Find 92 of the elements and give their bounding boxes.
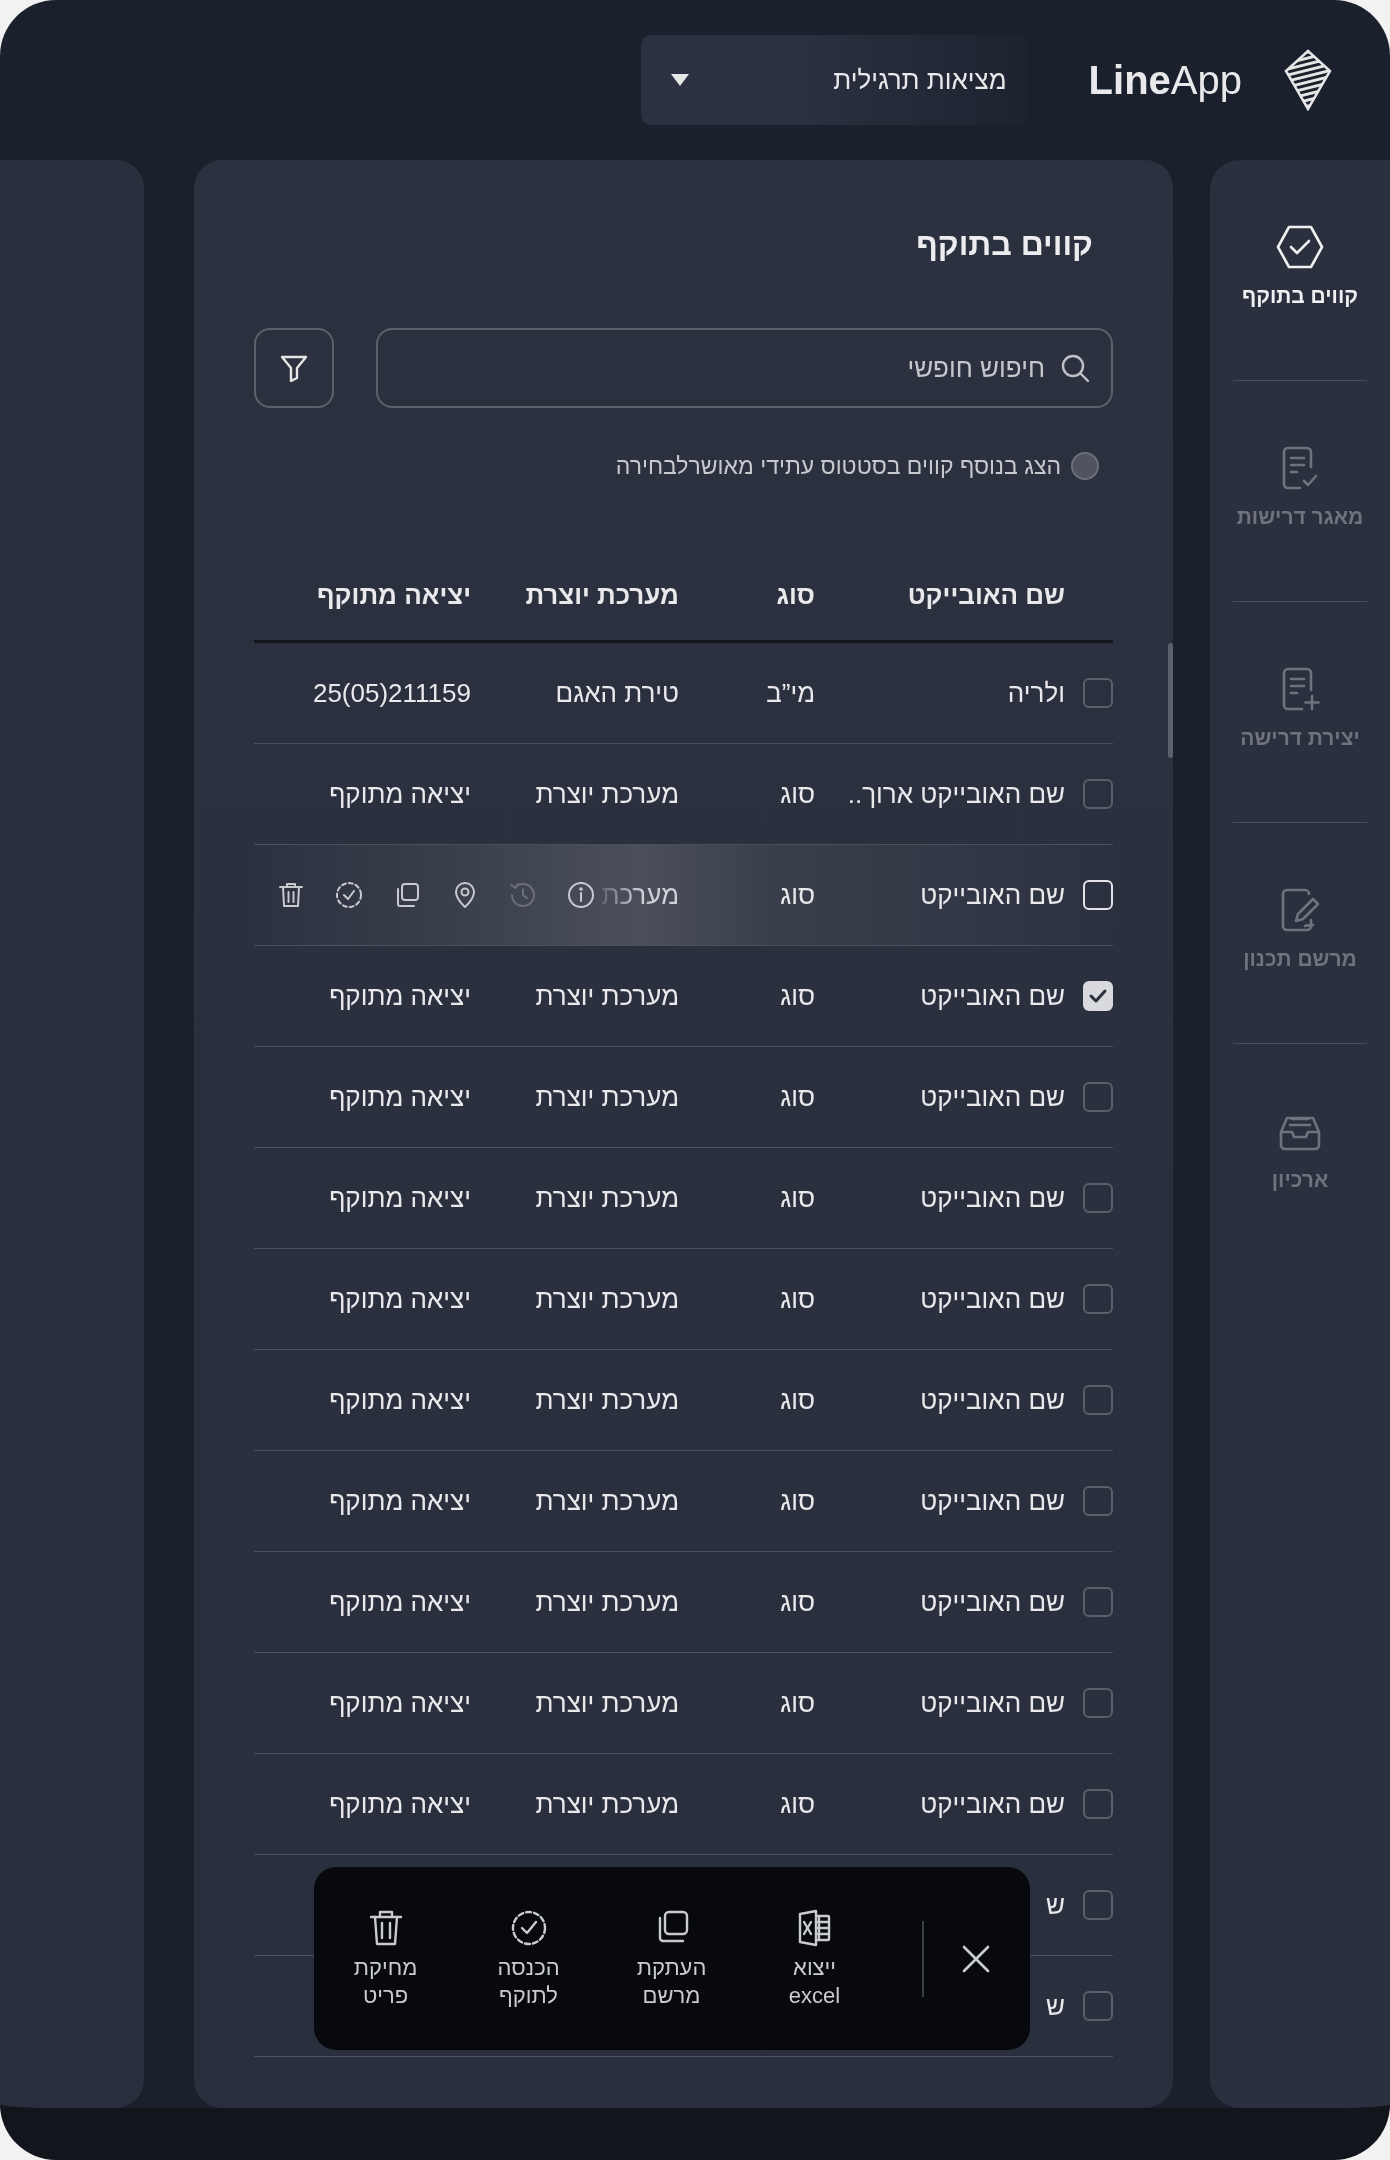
- type-cell-text: סוג: [779, 1384, 815, 1416]
- type-cell-text: סוג: [779, 879, 815, 911]
- project-dropdown[interactable]: מציאות תרגילית: [640, 35, 1027, 125]
- expiry-cell-text: יציאה מתוקף: [328, 1081, 471, 1113]
- table-row[interactable]: שם האובייקט סוג מערכת יוצרת יציאה מתוקף: [254, 1653, 1113, 1754]
- object-name: שם האובייקט: [919, 1485, 1065, 1517]
- type-cell-text: סוג: [779, 1788, 815, 1820]
- row-checkbox[interactable]: [1083, 1991, 1113, 2021]
- system-cell-text: מערכת יוצרת: [534, 1384, 679, 1416]
- system-cell-text: טירת האגם: [554, 677, 679, 709]
- radio-button[interactable]: [1071, 452, 1099, 480]
- logo-icon: [1284, 49, 1332, 111]
- expiry-cell-text: יציאה מתוקף: [328, 1485, 471, 1517]
- filter-button[interactable]: [254, 328, 334, 408]
- scrollbar-thumb[interactable]: [1168, 643, 1173, 758]
- toolbar-action[interactable]: העתקת מרשם: [600, 1907, 744, 2010]
- system-cell-text: מערכת יוצרת: [534, 1485, 679, 1517]
- system-cell: מערכת: [601, 879, 679, 911]
- type-cell-text: סוג: [779, 1182, 815, 1214]
- radio-label: הצג בנוסף קווים בסטטוס עתידי מאושרלבחירה: [615, 452, 1061, 480]
- expiry-cell-text: יציאה מתוקף: [328, 1687, 471, 1719]
- row-checkbox[interactable]: [1083, 1688, 1113, 1718]
- system-cell-text: מערכת יוצרת: [534, 778, 679, 810]
- object-name: שם האובייקט: [919, 1081, 1065, 1113]
- toolbar-action[interactable]: הכנסה לתוקף: [457, 1907, 601, 2010]
- object-name: שם האובייקט: [919, 1788, 1065, 1820]
- system-cell-text: מערכת יוצרת: [534, 1586, 679, 1618]
- column-header: יציאה מתוקף: [316, 579, 471, 611]
- expiry-cell-text: יציאה מתוקף: [328, 778, 471, 810]
- row-checkbox[interactable]: [1083, 1789, 1113, 1819]
- search-field[interactable]: חיפוש חופשי: [376, 328, 1113, 408]
- table-row[interactable]: שם האובייקט סוג מערכת יוצרת יציאה מתוקף: [254, 1552, 1113, 1653]
- column-header: שם האובייקט: [906, 579, 1065, 611]
- search-icon: [1059, 352, 1091, 384]
- expiry-cell-text: יציאה מתוקף: [328, 1586, 471, 1618]
- table-row[interactable]: שם האובייקט סוג מערכת יוצרת יציאה מתוקף: [254, 946, 1113, 1047]
- dashed-check-icon[interactable]: [333, 880, 364, 910]
- caret-icon: [670, 74, 689, 86]
- table-row[interactable]: שם האובייקט סוג מערכת יוצרת יציאה מתוקף: [254, 1047, 1113, 1148]
- row-checkbox[interactable]: [1083, 1890, 1113, 1920]
- system-cell-text: מערכת יוצרת: [534, 1081, 679, 1113]
- type-cell-text: סוג: [779, 1485, 815, 1517]
- object-name: שם האובייקט: [919, 1182, 1065, 1214]
- table-row[interactable]: שם האובייקט סוג מערכת יוצרת יציאה מתוקף: [254, 1451, 1113, 1552]
- expiry-cell-text: יציאה מתוקף: [328, 1182, 471, 1214]
- table-row[interactable]: שם האובייקט סוג מערכת יוצרת יציאה מתוקף: [254, 1350, 1113, 1451]
- row-checkbox[interactable]: [1083, 1183, 1113, 1213]
- brand-name: LineApp: [1088, 57, 1242, 103]
- system-cell-text: מערכת יוצרת: [534, 1687, 679, 1719]
- type-cell-text: סוג: [779, 1687, 815, 1719]
- type-cell-text: סוג: [779, 980, 815, 1012]
- system-cell-text: מערכת יוצרת: [534, 1788, 679, 1820]
- object-name: שם האובייקט ארוך..: [846, 778, 1065, 810]
- object-name: שם האובייקט: [919, 1283, 1065, 1315]
- system-cell-text: מערכת יוצרת: [534, 980, 679, 1012]
- row-checkbox[interactable]: [1083, 1082, 1113, 1112]
- type-cell-text: סוג: [779, 1586, 815, 1618]
- toolbar-action[interactable]: מחיקת פריט: [314, 1907, 458, 2010]
- type-cell-text: מי”ב: [765, 677, 815, 709]
- row-checkbox[interactable]: [1083, 1486, 1113, 1516]
- object-name: שם האובייקט: [919, 980, 1065, 1012]
- object-name: שם האובייקט: [919, 1384, 1065, 1416]
- object-name: שם האובייקט: [919, 1586, 1065, 1618]
- system-cell-text: מערכת יוצרת: [534, 1283, 679, 1315]
- expiry-cell-text: יציאה מתוקף: [328, 1384, 471, 1416]
- table-row[interactable]: שם האובייקט סוג מערכת יוצרת יציאה מתוקף: [254, 1148, 1113, 1249]
- expiry-cell-text: יציאה מתוקף: [328, 980, 471, 1012]
- row-checkbox[interactable]: [1083, 1284, 1113, 1314]
- expiry-cell-text: יציאה מתוקף: [328, 1283, 471, 1315]
- row-checkbox[interactable]: [1083, 1385, 1113, 1415]
- object-name: ולריה: [1006, 677, 1065, 709]
- system-cell-text: מערכת יוצרת: [534, 1182, 679, 1214]
- object-name: שם האובייקט: [919, 1687, 1065, 1719]
- column-header: מערכת יוצרת: [524, 579, 679, 611]
- expiry-cell-text: יציאה מתוקף: [328, 1788, 471, 1820]
- object-name: שם האובייקט: [919, 879, 1065, 911]
- table-row[interactable]: שם האובייקט סוג מערכת יוצרת יציאה מתוקף: [254, 1754, 1113, 1855]
- nav-item[interactable]: קווים בתוקף: [1242, 222, 1359, 308]
- row-checkbox[interactable]: [1083, 779, 1113, 809]
- expiry-cell-text: 25(05)211159: [311, 677, 471, 709]
- type-cell-text: סוג: [779, 1081, 815, 1113]
- table-row[interactable]: שם האובייקט סוג מערכת: [254, 845, 1113, 946]
- table-row[interactable]: שם האובייקט סוג מערכת יוצרת יציאה מתוקף: [254, 1249, 1113, 1350]
- type-cell-text: סוג: [779, 1283, 815, 1315]
- object-name: ש: [1045, 1889, 1065, 1921]
- column-header: סוג: [775, 579, 815, 611]
- info-icon[interactable]: [565, 880, 596, 910]
- row-checkbox[interactable]: [1083, 678, 1113, 708]
- page-title: קווים בתוקף: [915, 225, 1094, 264]
- type-cell-text: סוג: [779, 778, 815, 810]
- toolbar-action[interactable]: ייצוא excel: [743, 1907, 887, 2010]
- row-checkbox[interactable]: [1083, 1587, 1113, 1617]
